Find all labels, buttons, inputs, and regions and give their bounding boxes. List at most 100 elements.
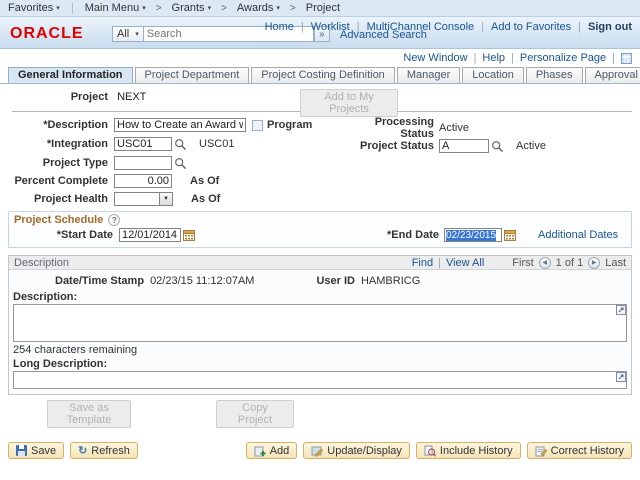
tab-approval[interactable]: Approval [585,67,640,83]
toolbar-right-group: Add Update/Display Include History [246,442,632,459]
project-schedule-header: Project Schedule ? [9,212,631,226]
description-section-title: Description [14,257,69,269]
breadcrumb-project[interactable]: Project [306,2,340,14]
next-record-icon[interactable]: ▶ [588,257,600,269]
breadcrumb-awards-label: Awards [237,2,273,14]
program-checkbox[interactable] [252,120,263,131]
project-value: NEXT [117,91,146,103]
lookup-icon[interactable] [174,157,187,170]
include-history-button[interactable]: Include History [416,442,521,459]
additional-dates-link[interactable]: Additional Dates [538,229,618,241]
tab-phases[interactable]: Phases [526,67,583,83]
help-link[interactable]: Help [482,52,505,64]
tab-location[interactable]: Location [462,67,524,83]
breadcrumb-grants[interactable]: Grants ▾ [172,2,212,14]
chars-remaining: 254 characters remaining [9,342,631,356]
breadcrumb-main-menu-label: Main Menu [85,2,139,14]
project-status-detail: Active [516,140,546,152]
tab-bar: General Information Project Department P… [0,65,640,84]
chevron-down-icon[interactable]: ▼ [159,192,173,206]
expand-icon[interactable] [616,305,626,315]
tab-general-information[interactable]: General Information [8,67,133,83]
percent-complete-row: Percent Complete As Of [8,173,219,189]
program-label: Program [267,119,312,131]
add-to-favorites-link[interactable]: Add to Favorites [491,21,571,33]
peoplesoft-window: Favorites ▾ Main Menu ▾ > Grants ▾ > Awa… [0,0,640,480]
update-display-button[interactable]: Update/Display [303,442,410,459]
refresh-button[interactable]: ↻ Refresh [70,442,138,459]
previous-record-icon[interactable]: ◀ [539,257,551,269]
divider [72,3,73,14]
divider: | [474,52,477,64]
tab-manager[interactable]: Manager [397,67,460,83]
divider: | [301,21,304,33]
view-all-link[interactable]: View All [446,257,484,269]
sign-out-link[interactable]: Sign out [588,21,632,33]
search-scope-value: All [117,28,129,40]
header-bar: ORACLE All ▾ » Home | Worklist | MultiCh… [0,17,640,49]
project-type-input[interactable] [114,156,172,170]
percent-as-of-label: As Of [190,175,219,187]
breadcrumb-separator: > [221,3,227,14]
percent-complete-input[interactable] [114,174,172,188]
breadcrumb-main-menu[interactable]: Main Menu ▾ [85,2,146,14]
description-input[interactable] [114,118,246,132]
start-date-field: *Start Date [9,228,195,242]
chevron-down-icon: ▾ [142,4,146,12]
lookup-icon[interactable] [491,140,504,153]
integration-label: *Integration [8,138,108,150]
project-form: *Description Program *Integration USC01 … [8,112,632,206]
breadcrumb-favorites[interactable]: Favorites ▾ [8,2,60,14]
user-id-label: User ID [316,275,355,287]
help-icon[interactable]: ? [108,214,120,226]
copy-project-button[interactable]: Copy Project [216,400,294,428]
breadcrumb-separator: > [156,3,162,14]
project-status-input[interactable] [439,139,489,153]
page-toolbar: Save ↻ Refresh Add Upd [8,442,632,459]
tab-project-costing-definition[interactable]: Project Costing Definition [251,67,395,83]
add-button[interactable]: Add [246,442,298,459]
project-health-select[interactable]: ▼ [114,192,173,206]
datetime-row: Date/Time Stamp 02/23/15 11:12:07AM User… [9,270,631,289]
personalize-page-link[interactable]: Personalize Page [520,52,606,64]
correct-history-button[interactable]: Correct History [527,442,632,459]
calendar-icon[interactable] [183,229,195,241]
spacer [9,389,631,394]
divider: | [511,52,514,64]
tab-project-department[interactable]: Project Department [135,67,250,83]
personalize-layout-icon[interactable] [621,53,632,64]
chevron-down-icon: ▾ [208,4,212,12]
home-link[interactable]: Home [265,21,294,33]
calendar-icon[interactable] [504,229,516,241]
start-date-input[interactable] [119,228,181,242]
end-date-selected-text: 02/23/2015 [446,230,496,241]
save-as-template-button[interactable]: Save as Template [47,400,131,428]
health-as-of-label: As Of [191,193,220,205]
page-indicator: 1 of 1 [556,257,584,269]
new-window-link[interactable]: New Window [403,52,467,64]
description-label: *Description [8,119,108,131]
update-display-icon [311,445,323,457]
breadcrumb-favorites-label: Favorites [8,2,53,14]
divider: | [481,21,484,33]
end-date-input[interactable]: 02/23/2015 [444,228,502,242]
include-history-icon [424,445,436,457]
end-date-label: *End Date [387,229,439,241]
breadcrumb-awards[interactable]: Awards ▾ [237,2,280,14]
integration-input[interactable] [114,137,172,151]
find-link[interactable]: Find [412,257,433,269]
search-scope-select[interactable]: All ▾ [112,26,144,42]
processing-status-row: Processing Status Active [346,120,469,136]
percent-complete-label: Percent Complete [8,175,108,187]
long-description-textarea[interactable] [13,371,627,389]
refresh-button-label: Refresh [91,445,130,457]
expand-icon[interactable] [616,372,626,382]
datetime-stamp-value: 02/23/15 11:12:07AM [150,275,254,287]
lookup-icon[interactable] [174,138,187,151]
advanced-search-link[interactable]: Advanced Search [340,29,427,41]
description-textarea[interactable] [13,304,627,342]
breadcrumb: Favorites ▾ Main Menu ▾ > Grants ▾ > Awa… [0,0,640,17]
save-button[interactable]: Save [8,442,64,459]
project-label: Project [8,91,108,103]
description-section-header: Description Find | View All First ◀ 1 of… [9,256,631,270]
